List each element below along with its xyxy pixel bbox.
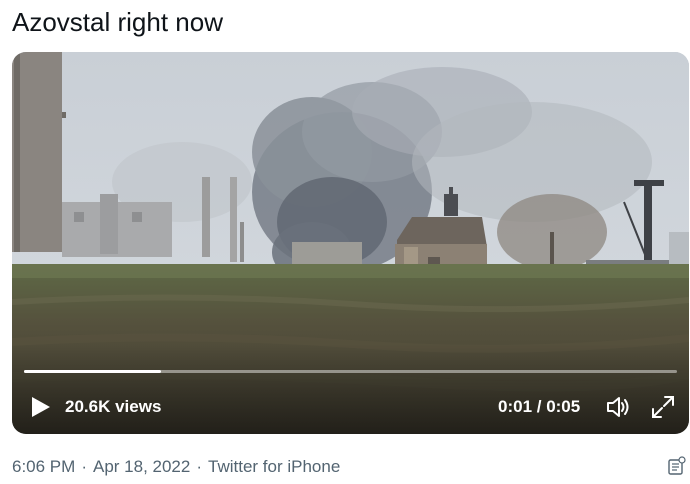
volume-icon[interactable] xyxy=(605,394,633,420)
view-count: 20.6K views xyxy=(65,397,162,416)
tweet-text: Azovstal right now xyxy=(12,7,223,37)
video-progress-fill xyxy=(24,370,162,373)
tweet-source[interactable]: Twitter for iPhone xyxy=(208,457,340,476)
tweet-date[interactable]: Apr 18, 2022 xyxy=(93,457,190,476)
tweet-meta: 6:06 PM · Apr 18, 2022 · Twitter for iPhone xyxy=(12,457,340,477)
video-progress-bar[interactable] xyxy=(24,370,677,373)
video-time: 0:01 / 0:05 xyxy=(498,397,581,416)
tweet-time[interactable]: 6:06 PM xyxy=(12,457,75,476)
fullscreen-icon[interactable] xyxy=(650,394,676,420)
separator: · xyxy=(196,457,203,476)
controls-gradient xyxy=(12,344,689,434)
play-icon[interactable] xyxy=(28,394,52,420)
analytics-icon[interactable] xyxy=(667,456,687,476)
separator: · xyxy=(81,457,87,476)
video-player[interactable]: 20.6K views 0:01 / 0:05 xyxy=(12,52,689,434)
